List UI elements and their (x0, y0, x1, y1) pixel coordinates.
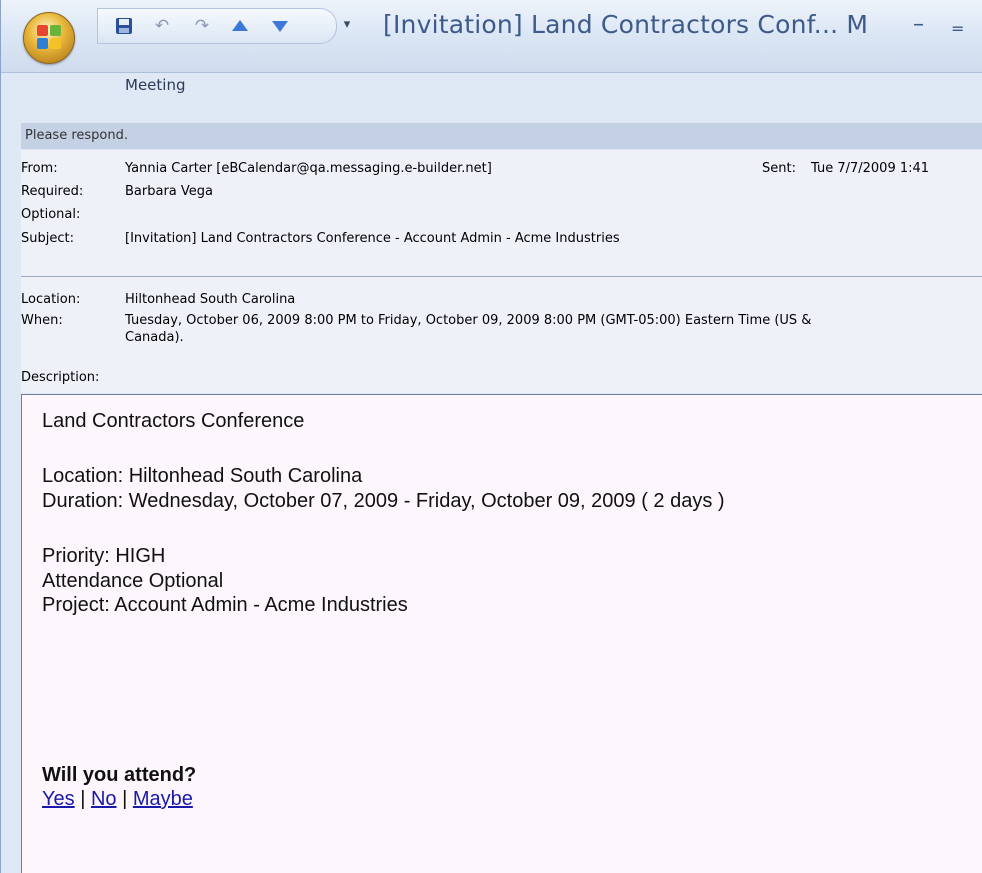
window-title: [Invitation] Land Contractors Conf... M (383, 10, 869, 39)
quick-access-toolbar: ↶ ↷ (97, 8, 337, 44)
message-header: From: Yannia Carter [eBCalendar@qa.messa… (21, 150, 982, 393)
yes-link[interactable]: Yes (42, 788, 75, 810)
optional-label: Optional: (21, 207, 81, 222)
restore-button[interactable]: = (951, 18, 964, 40)
location-value: Hiltonhead South Carolina (125, 292, 296, 307)
body-project-line: Project: Account Admin - Acme Industries (42, 594, 408, 616)
link-separator: | (116, 788, 133, 810)
location-label: Location: (21, 292, 81, 307)
when-value-line2: Canada). (125, 330, 184, 345)
outlook-meeting-window: ↶ ↷ ▾ [Invitation] Land Contractors Conf… (0, 0, 982, 873)
body-attendance-line: Attendance Optional (42, 570, 224, 592)
info-bar: Please respond. (21, 123, 982, 149)
when-label: When: (21, 313, 63, 328)
next-item-icon[interactable] (268, 14, 292, 38)
link-separator: | (74, 788, 91, 810)
office-button[interactable] (23, 12, 75, 64)
required-label: Required: (21, 184, 84, 199)
body-heading: Land Contractors Conference (42, 410, 305, 432)
subject-label: Subject: (21, 231, 74, 246)
customize-toolbar-dropdown[interactable]: ▾ (340, 17, 354, 33)
attend-question: Will you attend? (42, 764, 197, 786)
save-icon[interactable] (112, 14, 136, 38)
required-value[interactable]: Barbara Vega (125, 184, 213, 199)
subject-value: [Invitation] Land Contractors Conference… (125, 231, 620, 246)
undo-icon[interactable]: ↶ (150, 14, 174, 38)
message-body[interactable]: Land Contractors Conference Location: Hi… (21, 394, 982, 873)
title-bar: ↶ ↷ ▾ [Invitation] Land Contractors Conf… (1, 0, 982, 94)
body-location-line: Location: Hiltonhead South Carolina (42, 465, 363, 487)
when-value-line1: Tuesday, October 06, 2009 8:00 PM to Fri… (125, 313, 812, 328)
body-priority-line: Priority: HIGH (42, 545, 166, 567)
maybe-link[interactable]: Maybe (133, 788, 193, 810)
redo-icon[interactable]: ↷ (190, 14, 214, 38)
from-label: From: (21, 161, 58, 176)
previous-item-icon[interactable] (228, 14, 252, 38)
body-duration-line: Duration: Wednesday, October 07, 2009 - … (42, 490, 725, 512)
tab-meeting[interactable]: Meeting (125, 76, 185, 94)
no-link[interactable]: No (91, 788, 117, 810)
office-logo-icon (37, 25, 61, 49)
header-divider (21, 276, 982, 277)
from-value[interactable]: Yannia Carter [eBCalendar@qa.messaging.e… (125, 161, 492, 176)
sent-value: Tue 7/7/2009 1:41 (811, 161, 930, 176)
minimize-button[interactable]: – (913, 14, 924, 36)
description-label: Description: (21, 370, 100, 385)
response-links: Yes | No | Maybe (42, 788, 193, 811)
sent-label: Sent: (762, 161, 796, 176)
